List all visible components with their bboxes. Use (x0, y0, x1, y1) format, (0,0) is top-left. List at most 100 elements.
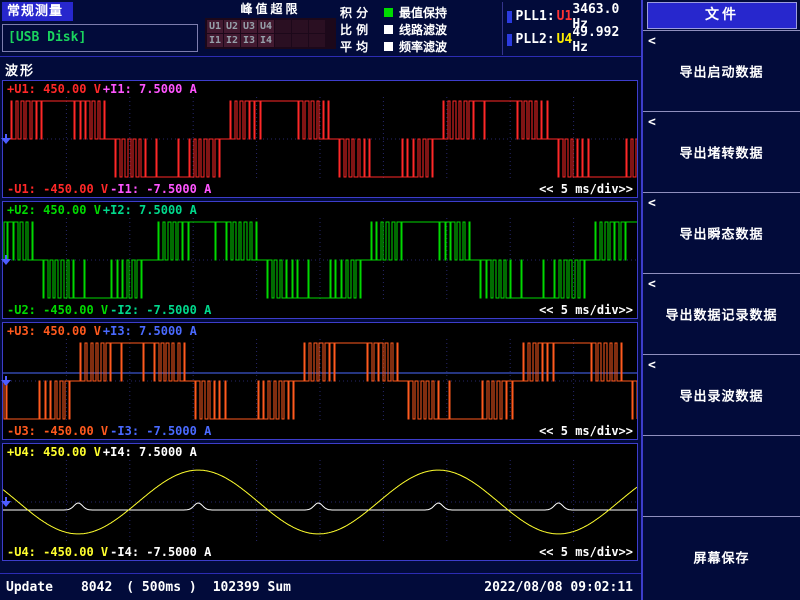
peak-tile-i1: I1 (207, 34, 223, 47)
channel4-top-labels: +U4: 450.00 V +I4: 7.5000 A (3, 444, 637, 460)
left-chevron-icon: < (648, 115, 656, 130)
channel3-bottom-labels: -U3: -450.00 V -I3: -7.5000 A << 5 ms/di… (3, 423, 637, 439)
menu-button-export-datalog-data[interactable]: < 导出数据记录数据 (643, 273, 800, 354)
zero-marker-icon-ch3 (1, 376, 11, 386)
time-per-div-ch2: << 5 ms/div>> (539, 303, 633, 317)
option-label-line-filter: 线路滤波 (399, 21, 447, 38)
pll1-channel: U1 (557, 9, 573, 24)
left-chevron-icon: < (648, 277, 656, 292)
peak-row-current: I1 I2 I3 I4 (207, 34, 335, 47)
channel1-bottom-labels: -U1: -450.00 V -I1: -7.5000 A << 5 ms/di… (3, 181, 637, 197)
zero-marker-icon-ch1 (1, 134, 11, 144)
channel3-top-labels: +U3: 450.00 V +I3: 7.5000 A (3, 323, 637, 339)
checkbox-line-filter[interactable] (384, 25, 393, 34)
peak-tile-empty (292, 34, 308, 47)
channel1-u-minus-range: -U1: -450.00 V (7, 182, 108, 196)
option-row-averaging: 平 均 频率滤波 (340, 38, 447, 54)
peak-indicator-grid: U1 U2 U3 U4 I1 I2 I3 I4 (205, 18, 336, 49)
checkbox-max-hold[interactable] (384, 8, 393, 17)
datetime: 2022/08/08 09:02:11 (484, 580, 635, 595)
peak-tile-empty (292, 20, 308, 33)
waveform-plot-ch3 (3, 339, 637, 423)
peak-tile-empty (309, 20, 325, 33)
usb-status-label: [USB Disk] (8, 30, 86, 45)
menu-button-blank (643, 435, 800, 516)
option-label-averaging: 平 均 (340, 38, 380, 55)
usb-status: [USB Disk] (2, 24, 198, 52)
waveform-plot-ch1 (3, 97, 637, 181)
update-count: 8042 (81, 580, 112, 595)
channel-bullet-icon (507, 11, 512, 23)
channel4-u-plus-range: +U4: 450.00 V (7, 445, 101, 459)
channel4-i-plus-range: +I4: 7.5000 A (103, 445, 197, 459)
channel4-i-minus-range: -I4: -7.5000 A (110, 545, 211, 559)
option-label-scaling: 比 例 (340, 21, 380, 38)
pll2-frequency: 49.992 Hz (572, 25, 636, 55)
menu-title-file[interactable]: 文件 (647, 2, 797, 29)
zero-marker-icon-ch4 (1, 497, 11, 507)
left-chevron-icon: < (648, 34, 656, 49)
update-interval: ( 500ms ) (126, 580, 196, 595)
option-label-frequency-filter: 频率滤波 (399, 38, 447, 55)
channel2-bottom-labels: -U2: -450.00 V -I2: -7.5000 A << 5 ms/di… (3, 302, 637, 318)
pll-status-panel: PLL1: U1 3463.0 Hz PLL2: U4 49.992 Hz (502, 2, 638, 55)
waveform-panel-ch1: +U1: 450.00 V +I1: 7.5000 A -U1: -450.00… (2, 80, 638, 198)
channel3-u-plus-range: +U3: 450.00 V (7, 324, 101, 338)
pll2-label: PLL2: (516, 32, 555, 47)
analyzer-screen: 常规测量 [USB Disk] 峰值超限 U1 U2 U3 U4 I1 I2 (0, 0, 800, 600)
mode-tab[interactable]: 常规测量 (2, 2, 73, 21)
channel2-u-plus-range: +U2: 450.00 V (7, 203, 101, 217)
update-label: Update (6, 580, 53, 595)
left-chevron-icon: < (648, 358, 656, 373)
peak-tile-u4: U4 (258, 20, 274, 33)
time-per-div-ch1: << 5 ms/div>> (539, 182, 633, 196)
checkbox-frequency-filter[interactable] (384, 42, 393, 51)
peak-tile-i3: I3 (241, 34, 257, 47)
waveform-section-label: 波形 (5, 60, 35, 79)
channel1-i-plus-range: +I1: 7.5000 A (103, 82, 197, 96)
option-label-integration: 积 分 (340, 4, 380, 21)
option-row-scaling: 比 例 线路滤波 (340, 21, 447, 37)
pll2-row: PLL2: U4 49.992 Hz (507, 28, 636, 51)
channel1-i-minus-range: -I1: -7.5000 A (110, 182, 211, 196)
menu-button-export-stall-data[interactable]: < 导出堵转数据 (643, 111, 800, 192)
channel3-u-minus-range: -U3: -450.00 V (7, 424, 108, 438)
channel4-u-minus-range: -U4: -450.00 V (7, 545, 108, 559)
peak-tile-i4: I4 (258, 34, 274, 47)
waveform-plot-ch4 (3, 460, 637, 544)
peak-tile-empty (275, 34, 291, 47)
menu-button-export-transient-data[interactable]: < 导出瞬态数据 (643, 192, 800, 273)
measurement-options: 积 分 最值保持 比 例 线路滤波 平 均 频率滤波 (340, 4, 447, 55)
peak-tile-u2: U2 (224, 20, 240, 33)
option-label-max-hold: 最值保持 (399, 4, 447, 21)
sum-count: 102399 Sum (213, 580, 291, 595)
peak-over-limit-panel: 峰值超限 U1 U2 U3 U4 I1 I2 I3 I4 (205, 1, 336, 49)
channel-bullet-icon (507, 34, 512, 46)
peak-tile-u1: U1 (207, 20, 223, 33)
menu-button-screen-save[interactable]: 屏幕保存 (643, 516, 800, 597)
channel1-u-plus-range: +U1: 450.00 V (7, 82, 101, 96)
channel2-u-minus-range: -U2: -450.00 V (7, 303, 108, 317)
peak-row-voltage: U1 U2 U3 U4 (207, 20, 335, 33)
time-per-div-ch3: << 5 ms/div>> (539, 424, 633, 438)
peak-tile-empty (309, 34, 325, 47)
peak-over-limit-title: 峰值超限 (205, 1, 336, 18)
waveform-panel-ch4: +U4: 450.00 V +I4: 7.5000 A -U4: -450.00… (2, 443, 638, 561)
pll1-label: PLL1: (516, 9, 555, 24)
menu-button-export-startup-data[interactable]: < 导出启动数据 (643, 30, 800, 111)
channel2-top-labels: +U2: 450.00 V +I2: 7.5000 A (3, 202, 637, 218)
peak-tile-empty (275, 20, 291, 33)
waveform-panel-ch2: +U2: 450.00 V +I2: 7.5000 A -U2: -450.00… (2, 201, 638, 319)
channel4-bottom-labels: -U4: -450.00 V -I4: -7.5000 A << 5 ms/di… (3, 544, 637, 560)
header-bar: 常规测量 [USB Disk] 峰值超限 U1 U2 U3 U4 I1 I2 (0, 0, 641, 57)
peak-tile-u3: U3 (241, 20, 257, 33)
channel3-i-plus-range: +I3: 7.5000 A (103, 324, 197, 338)
left-chevron-icon: < (648, 196, 656, 211)
status-bar: Update 8042 ( 500ms ) 102399 Sum 2022/08… (0, 573, 641, 600)
pll2-channel: U4 (557, 32, 573, 47)
waveform-panel-ch3: +U3: 450.00 V +I3: 7.5000 A -U3: -450.00… (2, 322, 638, 440)
channel3-i-minus-range: -I3: -7.5000 A (110, 424, 211, 438)
menu-button-export-record-data[interactable]: < 导出录波数据 (643, 354, 800, 435)
peak-tile-i2: I2 (224, 34, 240, 47)
zero-marker-icon-ch2 (1, 255, 11, 265)
